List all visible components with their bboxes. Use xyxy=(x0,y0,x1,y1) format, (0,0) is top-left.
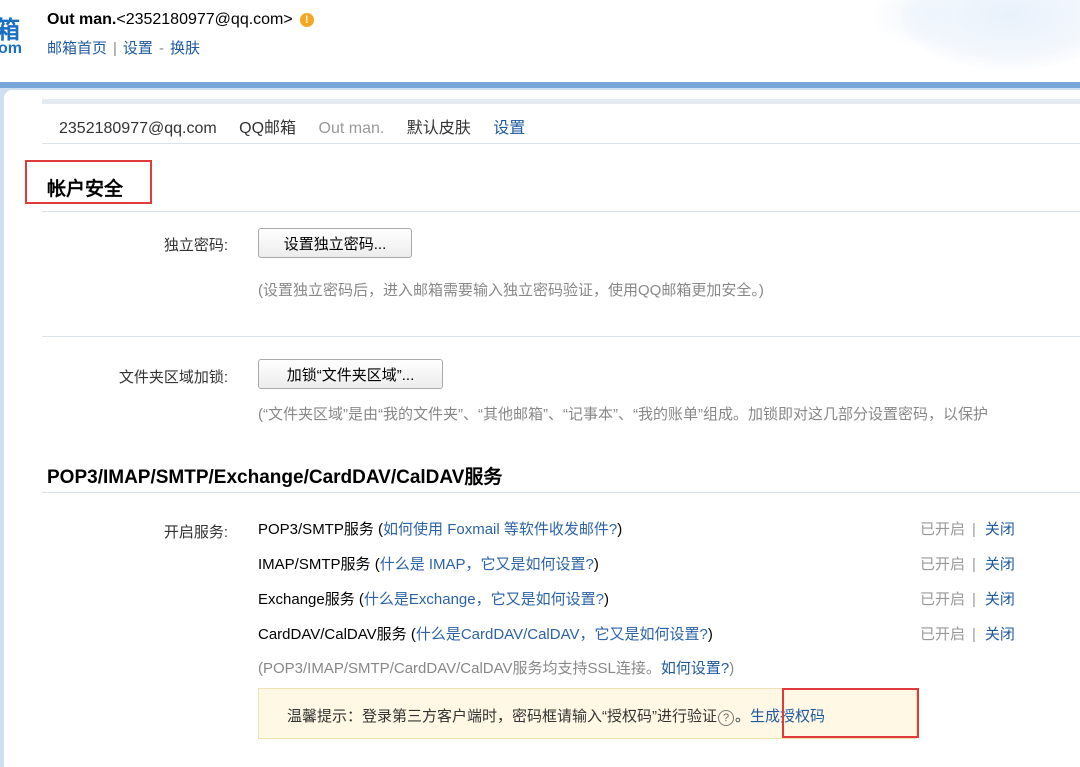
divider xyxy=(42,492,1080,493)
account-email: 2352180977@qq.com xyxy=(59,120,217,137)
set-password-button[interactable]: 设置独立密码... xyxy=(258,228,412,258)
frame-top-border xyxy=(0,82,1080,88)
status-enabled: 已开启 xyxy=(920,521,966,538)
paren: ) xyxy=(593,556,599,573)
ssl-note: (POP3/IMAP/SMTP/CardDAV/CalDAV服务均支持SSL连接… xyxy=(258,657,734,678)
highlight-box xyxy=(782,688,919,738)
nav-separator: | xyxy=(113,40,117,57)
change-skin-link[interactable]: 换肤 xyxy=(170,40,200,57)
account-skin: 默认皮肤 xyxy=(406,120,471,137)
divider xyxy=(42,211,1080,212)
highlight-box xyxy=(25,160,152,204)
disable-service-link[interactable]: 关闭 xyxy=(985,556,1015,573)
warning-icon[interactable]: ! xyxy=(299,13,314,27)
services-label: 开启服务: xyxy=(163,524,228,541)
paren: ) xyxy=(617,521,623,538)
divider xyxy=(42,143,1080,144)
service-row-imap: IMAP/SMTP服务 (什么是 IMAP，它又是如何设置?) xyxy=(258,553,599,574)
user-info: Out man.<2352180977@qq.com>! xyxy=(47,11,314,29)
service-name: Exchange服务 xyxy=(258,591,355,608)
service-row-exchange: Exchange服务 (什么是Exchange，它又是如何设置?) xyxy=(258,588,609,609)
paren: ) xyxy=(603,591,609,608)
service-status-carddav: 已开启 | 关闭 xyxy=(920,623,1015,644)
service-row-pop3: POP3/SMTP服务 (如何使用 Foxmail 等软件收发邮件?) xyxy=(258,518,622,539)
tip-period: 。 xyxy=(735,708,751,725)
service-help-link[interactable]: 什么是 IMAP，它又是如何设置? xyxy=(380,556,594,573)
service-name: CardDAV/CalDAV服务 xyxy=(258,626,407,643)
account-mailbox: QQ邮箱 xyxy=(239,120,297,137)
user-email: <2352180977@qq.com> xyxy=(116,11,293,28)
top-header: 箱 om Out man.<2352180977@qq.com>! 邮箱首页 | 设… xyxy=(0,0,1080,82)
disable-service-link[interactable]: 关闭 xyxy=(985,591,1015,608)
disable-service-link[interactable]: 关闭 xyxy=(985,626,1015,643)
settings-link[interactable]: 设置 xyxy=(123,40,153,57)
lock-folder-button[interactable]: 加锁“文件夹区域”... xyxy=(258,359,443,389)
service-status-exchange: 已开启 | 关闭 xyxy=(920,588,1015,609)
service-row-carddav: CardDAV/CalDAV服务 (什么是CardDAV/CalDAV，它又是如… xyxy=(258,623,713,644)
logo-suffix: om xyxy=(0,40,22,57)
password-hint: (设置独立密码后，进入邮箱需要输入独立密码验证，使用QQ邮箱更加安全。) xyxy=(258,282,764,299)
status-enabled: 已开启 xyxy=(920,556,966,573)
ssl-help-link[interactable]: 如何设置? xyxy=(661,660,729,677)
tip-message: 温馨提示：登录第三方客户端时，密码框请输入“授权码”进行验证 xyxy=(287,708,717,725)
status-separator: | xyxy=(972,591,976,608)
status-separator: | xyxy=(972,626,976,643)
folder-lock-hint: (“文件夹区域”是由“我的文件夹”、“其他邮箱”、“记事本”、“我的账单”组成。… xyxy=(258,406,988,423)
account-row: 2352180977@qq.com QQ邮箱 Out man. 默认皮肤 设置 xyxy=(59,114,543,138)
service-status-imap: 已开启 | 关闭 xyxy=(920,553,1015,574)
divider xyxy=(42,336,1080,337)
panel-divider xyxy=(42,99,1080,104)
top-nav: 邮箱首页 | 设置 - 换肤 xyxy=(47,37,200,58)
status-enabled: 已开启 xyxy=(920,626,966,643)
nav-separator: - xyxy=(158,40,164,57)
status-separator: | xyxy=(972,556,976,573)
user-name: Out man. xyxy=(47,11,117,28)
disable-service-link[interactable]: 关闭 xyxy=(985,521,1015,538)
question-icon[interactable]: ? xyxy=(718,710,734,726)
service-help-link[interactable]: 如何使用 Foxmail 等软件收发邮件? xyxy=(383,521,617,538)
folder-lock-label: 文件夹区域加锁: xyxy=(118,369,228,386)
status-separator: | xyxy=(972,521,976,538)
account-nickname: Out man. xyxy=(318,120,385,137)
account-settings-link[interactable]: 设置 xyxy=(493,120,525,137)
service-status-pop3: 已开启 | 关闭 xyxy=(920,518,1015,539)
paren: ) xyxy=(729,660,735,677)
status-enabled: 已开启 xyxy=(920,591,966,608)
paren: ) xyxy=(707,626,713,643)
services-section-title: POP3/IMAP/SMTP/Exchange/CardDAV/CalDAV服务 xyxy=(47,467,503,488)
tip-text: 温馨提示：登录第三方客户端时，密码框请输入“授权码”进行验证? 。生成授权码 xyxy=(287,705,825,726)
service-name: IMAP/SMTP服务 xyxy=(258,556,371,573)
ssl-note-text: (POP3/IMAP/SMTP/CardDAV/CalDAV服务均支持SSL连接… xyxy=(258,660,661,677)
password-label: 独立密码: xyxy=(163,237,228,254)
service-help-link[interactable]: 什么是CardDAV/CalDAV，它又是如何设置? xyxy=(416,626,708,643)
service-help-link[interactable]: 什么是Exchange，它又是如何设置? xyxy=(364,591,604,608)
service-name: POP3/SMTP服务 xyxy=(258,521,374,538)
mailbox-home-link[interactable]: 邮箱首页 xyxy=(47,40,107,57)
